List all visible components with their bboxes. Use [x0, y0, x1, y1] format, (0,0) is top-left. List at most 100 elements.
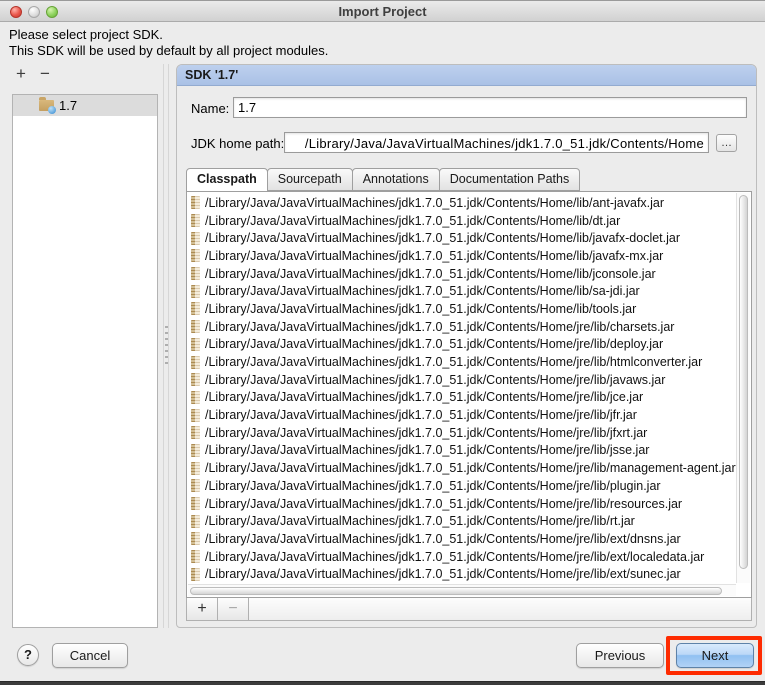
add-classpath-button[interactable]: +: [186, 597, 218, 621]
sdk-name-input[interactable]: [233, 97, 747, 118]
classpath-entry-path: /Library/Java/JavaVirtualMachines/jdk1.7…: [205, 213, 621, 228]
desktop-edge: [0, 681, 765, 685]
classpath-entry-path: /Library/Java/JavaVirtualMachines/jdk1.7…: [205, 478, 661, 493]
classpath-entry[interactable]: /Library/Java/JavaVirtualMachines/jdk1.7…: [188, 212, 736, 230]
sdk-list-item[interactable]: 1.7: [13, 95, 157, 116]
classpath-toolbar: + −: [186, 597, 752, 621]
jar-icon: [191, 532, 200, 546]
toolbar-filler: [248, 597, 752, 621]
horizontal-scrollbar[interactable]: [188, 584, 736, 596]
sdk-list[interactable]: 1.7: [12, 94, 158, 628]
name-label: Name:: [191, 101, 230, 116]
classpath-entry[interactable]: /Library/Java/JavaVirtualMachines/jdk1.7…: [188, 495, 736, 513]
jar-icon: [191, 443, 200, 457]
classpath-entry[interactable]: /Library/Java/JavaVirtualMachines/jdk1.7…: [188, 512, 736, 530]
classpath-entry[interactable]: /Library/Java/JavaVirtualMachines/jdk1.7…: [188, 459, 736, 477]
classpath-entry[interactable]: /Library/Java/JavaVirtualMachines/jdk1.7…: [188, 530, 736, 548]
jar-icon: [191, 231, 200, 245]
classpath-entry[interactable]: /Library/Java/JavaVirtualMachines/jdk1.7…: [188, 565, 736, 583]
jdk-home-path-input[interactable]: /Library/Java/JavaVirtualMachines/jdk1.7…: [284, 132, 709, 153]
vertical-scrollbar[interactable]: [736, 193, 750, 583]
classpath-entry[interactable]: /Library/Java/JavaVirtualMachines/jdk1.7…: [188, 194, 736, 212]
jar-icon: [191, 479, 200, 493]
classpath-entry[interactable]: /Library/Java/JavaVirtualMachines/jdk1.7…: [188, 389, 736, 407]
next-button[interactable]: Next: [676, 643, 754, 668]
classpath-entry-path: /Library/Java/JavaVirtualMachines/jdk1.7…: [205, 567, 681, 582]
sidebar-add-sdk-button[interactable]: +: [12, 64, 30, 82]
classpath-entry[interactable]: /Library/Java/JavaVirtualMachines/jdk1.7…: [188, 282, 736, 300]
classpath-entry[interactable]: /Library/Java/JavaVirtualMachines/jdk1.7…: [188, 247, 736, 265]
classpath-entry[interactable]: /Library/Java/JavaVirtualMachines/jdk1.7…: [188, 336, 736, 354]
jar-icon: [191, 550, 200, 564]
tab-sourcepath[interactable]: Sourcepath: [266, 168, 353, 191]
classpath-entry-path: /Library/Java/JavaVirtualMachines/jdk1.7…: [205, 531, 681, 546]
classpath-entry-path: /Library/Java/JavaVirtualMachines/jdk1.7…: [205, 231, 681, 246]
tab-classpath[interactable]: Classpath: [186, 168, 268, 192]
classpath-entry-path: /Library/Java/JavaVirtualMachines/jdk1.7…: [205, 301, 637, 316]
jar-icon: [191, 249, 200, 263]
classpath-entry-path: /Library/Java/JavaVirtualMachines/jdk1.7…: [205, 195, 665, 210]
horizontal-scrollbar-thumb[interactable]: [190, 587, 722, 595]
classpath-entry[interactable]: /Library/Java/JavaVirtualMachines/jdk1.7…: [188, 371, 736, 389]
panel-header: SDK '1.7': [177, 65, 756, 86]
jar-icon: [191, 196, 200, 210]
classpath-entry[interactable]: /Library/Java/JavaVirtualMachines/jdk1.7…: [188, 477, 736, 495]
classpath-entry-path: /Library/Java/JavaVirtualMachines/jdk1.7…: [205, 372, 666, 387]
classpath-entry-path: /Library/Java/JavaVirtualMachines/jdk1.7…: [205, 319, 675, 334]
import-project-dialog: Import Project Please select project SDK…: [0, 0, 765, 681]
classpath-entry[interactable]: /Library/Java/JavaVirtualMachines/jdk1.7…: [188, 229, 736, 247]
classpath-entry-path: /Library/Java/JavaVirtualMachines/jdk1.7…: [205, 496, 683, 511]
remove-classpath-button[interactable]: −: [217, 597, 249, 621]
jdk-home-path-label: JDK home path:: [191, 136, 285, 151]
classpath-entry-path: /Library/Java/JavaVirtualMachines/jdk1.7…: [205, 443, 650, 458]
classpath-entry[interactable]: /Library/Java/JavaVirtualMachines/jdk1.7…: [188, 300, 736, 318]
classpath-entry-path: /Library/Java/JavaVirtualMachines/jdk1.7…: [205, 248, 664, 263]
classpath-list[interactable]: /Library/Java/JavaVirtualMachines/jdk1.7…: [186, 191, 752, 598]
jar-icon: [191, 214, 200, 228]
sdk-item-label: 1.7: [59, 98, 78, 113]
classpath-entry-path: /Library/Java/JavaVirtualMachines/jdk1.7…: [205, 461, 736, 476]
tab-annotations[interactable]: Annotations: [351, 168, 440, 191]
classpath-entry[interactable]: /Library/Java/JavaVirtualMachines/jdk1.7…: [188, 424, 736, 442]
previous-button[interactable]: Previous: [576, 643, 664, 668]
sidebar-remove-sdk-button[interactable]: −: [36, 64, 54, 82]
browse-button[interactable]: …: [716, 134, 737, 152]
sdk-details-panel: SDK '1.7' Name: JDK home path: /Library/…: [176, 64, 757, 628]
classpath-entry[interactable]: /Library/Java/JavaVirtualMachines/jdk1.7…: [188, 265, 736, 283]
classpath-entry-path: /Library/Java/JavaVirtualMachines/jdk1.7…: [205, 390, 644, 405]
window-title: Import Project: [338, 4, 427, 19]
jar-icon: [191, 497, 200, 511]
jar-icon: [191, 337, 200, 351]
classpath-entry-path: /Library/Java/JavaVirtualMachines/jdk1.7…: [205, 284, 640, 299]
instructions: Please select project SDK. This SDK will…: [9, 27, 328, 59]
vertical-scrollbar-thumb[interactable]: [739, 195, 748, 570]
classpath-entry-path: /Library/Java/JavaVirtualMachines/jdk1.7…: [205, 408, 637, 423]
classpath-entry[interactable]: /Library/Java/JavaVirtualMachines/jdk1.7…: [188, 548, 736, 566]
jar-icon: [191, 426, 200, 440]
classpath-rows: /Library/Java/JavaVirtualMachines/jdk1.7…: [188, 194, 736, 583]
splitter-handle[interactable]: [163, 64, 169, 628]
jar-icon: [191, 514, 200, 528]
help-button[interactable]: ?: [17, 644, 39, 666]
cancel-button[interactable]: Cancel: [52, 643, 128, 668]
jar-icon: [191, 267, 200, 281]
classpath-entry[interactable]: /Library/Java/JavaVirtualMachines/jdk1.7…: [188, 353, 736, 371]
jar-icon: [191, 320, 200, 334]
jar-icon: [191, 461, 200, 475]
jar-icon: [191, 373, 200, 387]
classpath-entry-path: /Library/Java/JavaVirtualMachines/jdk1.7…: [205, 266, 656, 281]
jdk-home-path-value: /Library/Java/JavaVirtualMachines/jdk1.7…: [304, 135, 704, 151]
classpath-entry-path: /Library/Java/JavaVirtualMachines/jdk1.7…: [205, 514, 635, 529]
jar-icon: [191, 408, 200, 422]
tab-documentation-paths[interactable]: Documentation Paths: [438, 168, 581, 191]
classpath-entry[interactable]: /Library/Java/JavaVirtualMachines/jdk1.7…: [188, 442, 736, 460]
classpath-entry[interactable]: /Library/Java/JavaVirtualMachines/jdk1.7…: [188, 318, 736, 336]
classpath-entry-path: /Library/Java/JavaVirtualMachines/jdk1.7…: [205, 337, 664, 352]
classpath-entry[interactable]: /Library/Java/JavaVirtualMachines/jdk1.7…: [188, 406, 736, 424]
path-tabs: Classpath Sourcepath Annotations Documentat…: [186, 168, 581, 192]
jar-icon: [191, 355, 200, 369]
jdk-folder-icon: [39, 97, 56, 114]
titlebar: Import Project: [0, 0, 765, 22]
jar-icon: [191, 390, 200, 404]
instruction-line-1: Please select project SDK.: [9, 27, 163, 42]
